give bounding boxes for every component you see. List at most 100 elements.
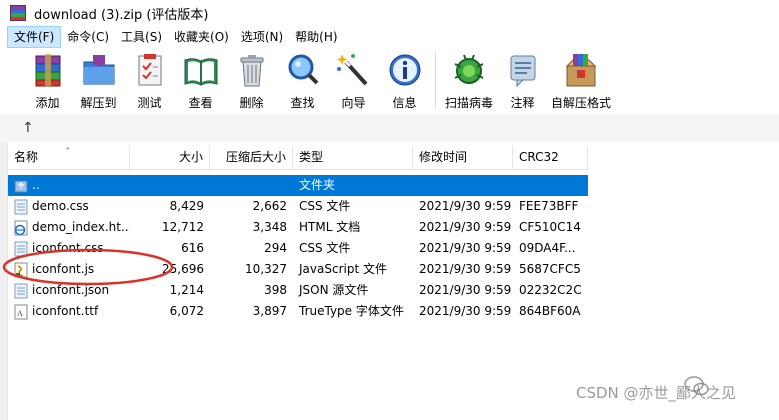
navigation-bar: ↑ (0, 114, 779, 142)
file-type: CSS 文件 (299, 199, 351, 213)
sfx-box-icon (562, 52, 600, 88)
file-name: iconfont.ttf (32, 304, 99, 318)
wizard-label: 向导 (341, 96, 366, 110)
view-label: 查看 (188, 96, 213, 110)
column-crc32[interactable]: CRC32 (513, 146, 588, 170)
file-name: demo_index.ht... (32, 220, 130, 234)
add-label: 添加 (35, 96, 60, 110)
file-modified (413, 175, 513, 196)
file-modified: 2021/9/30 9:59 (419, 220, 512, 234)
toolbar-separator (435, 52, 436, 108)
file-modified: 2021/9/30 9:59 (419, 262, 512, 276)
file-row[interactable]: demo_index.ht... 12,712 3,348 HTML 文档 2021/9… (8, 217, 588, 238)
svg-text:A: A (17, 309, 23, 318)
file-type: JavaScript 文件 (299, 262, 387, 276)
wizard-wand-icon (335, 52, 373, 88)
menu-file[interactable]: 文件(F) (7, 26, 62, 48)
file-size: 6,072 (169, 304, 204, 318)
file-modified: 2021/9/30 9:59 (419, 241, 512, 255)
file-crc32 (513, 175, 588, 196)
info-icon (386, 52, 424, 88)
add-button[interactable]: 添加 (22, 48, 73, 110)
file-row[interactable]: demo.css 8,429 2,662 CSS 文件 2021/9/30 9:59 FE… (8, 196, 588, 217)
test-button[interactable]: 测试 (124, 48, 175, 110)
file-row[interactable]: Aiconfont.ttf 6,072 3,897 TrueType 字体文件 2021… (8, 301, 588, 322)
view-book-icon (182, 52, 220, 88)
file-type: JSON 源文件 (299, 283, 369, 297)
view-button[interactable]: 查看 (175, 48, 226, 110)
file-name-cell: Aiconfont.ttf (8, 301, 130, 322)
file-packed-size: 398 (264, 283, 287, 297)
find-magnifier-icon (284, 52, 322, 88)
menu-tools[interactable]: 工具(S) (115, 27, 168, 47)
extract-to-button[interactable]: 解压到 (73, 48, 124, 110)
file-packed-size: 3,897 (252, 304, 287, 318)
menu-commands[interactable]: 命令(C) (61, 27, 115, 47)
column-header-row: ⌃ 名称 大小 压缩后大小 类型 修改时间 CRC32 (8, 146, 588, 170)
delete-bin-icon (233, 52, 271, 88)
find-button[interactable]: 查找 (277, 48, 328, 110)
file-packed-size: 294 (264, 241, 287, 255)
delete-label: 删除 (239, 96, 264, 110)
file-modified: 2021/9/30 9:59 (419, 199, 512, 213)
title-bar: download (3).zip (评估版本) (0, 0, 779, 26)
test-label: 测试 (137, 96, 162, 110)
winrar-app-icon (10, 5, 26, 21)
file-name-cell: demo.css (8, 196, 130, 217)
info-button[interactable]: 信息 (379, 48, 430, 110)
column-packed-size[interactable]: 压缩后大小 (210, 146, 293, 170)
menu-help[interactable]: 帮助(H) (289, 27, 343, 47)
menu-bar: 文件(F) 命令(C) 工具(S) 收藏夹(O) 选项(N) 帮助(H) (0, 26, 779, 48)
file-size: 8,429 (169, 199, 204, 213)
comment-label: 注释 (510, 96, 535, 110)
menu-favorites[interactable]: 收藏夹(O) (168, 27, 235, 47)
ttf-file-icon: A (14, 304, 32, 320)
column-type[interactable]: 类型 (293, 146, 413, 170)
sfx-label: 自解压格式 (550, 96, 611, 110)
file-size (130, 175, 210, 196)
file-packed-size: 10,327 (245, 262, 287, 276)
html-file-icon (14, 220, 32, 236)
extract-to-label: 解压到 (80, 96, 117, 110)
file-packed-size: 3,348 (252, 220, 287, 234)
sort-up-icon: ⌃ (64, 147, 72, 157)
file-type: CSS 文件 (299, 241, 351, 255)
file-row-parent-folder[interactable]: .. 文件夹 (8, 175, 588, 196)
find-label: 查找 (290, 96, 315, 110)
column-name[interactable]: ⌃ 名称 (8, 146, 130, 170)
test-icon (131, 52, 169, 88)
css-file-icon (14, 199, 32, 215)
file-modified: 2021/9/30 9:59 (419, 283, 512, 297)
file-type: HTML 文档 (299, 220, 361, 234)
file-crc32: 5687CFC5 (519, 262, 581, 276)
folder-up-icon (14, 178, 32, 194)
wizard-button[interactable]: 向导 (328, 48, 379, 110)
extract-to-icon (80, 52, 118, 88)
file-crc32: CF510C14 (519, 220, 581, 234)
virus-scan-label: 扫描病毒 (444, 96, 493, 110)
virus-scan-button[interactable]: 扫描病毒 (441, 48, 497, 110)
column-size[interactable]: 大小 (130, 146, 210, 170)
watermark-text: CSDN @亦世_鄙人之见 (576, 384, 737, 402)
add-archive-icon (29, 52, 67, 88)
file-size: 12,712 (162, 220, 204, 234)
file-crc32: 02232C2C (519, 283, 582, 297)
file-crc32: 09DA4F... (519, 241, 576, 255)
file-name: .. (32, 178, 40, 192)
file-type: 文件夹 (299, 178, 336, 192)
column-modified[interactable]: 修改时间 (413, 146, 513, 170)
file-crc32: FEE73BFF (519, 199, 579, 213)
file-crc32: 864BF60A (519, 304, 581, 318)
virus-scan-icon (450, 52, 488, 88)
delete-button[interactable]: 删除 (226, 48, 277, 110)
info-label: 信息 (392, 96, 417, 110)
file-name-cell: demo_index.ht... (8, 217, 130, 238)
menu-options[interactable]: 选项(N) (235, 27, 289, 47)
up-arrow-icon[interactable]: ↑ (22, 120, 34, 136)
comment-button[interactable]: 注释 (497, 48, 548, 110)
file-modified: 2021/9/30 9:59 (419, 304, 512, 318)
file-name: demo.css (32, 199, 89, 213)
sfx-button[interactable]: 自解压格式 (548, 48, 614, 110)
column-name-label: 名称 (14, 150, 39, 164)
toolbar: 添加 解压到 测试 查看 删除 查找 向导 信息 扫描病毒 注释 自解压格式 (0, 48, 779, 114)
